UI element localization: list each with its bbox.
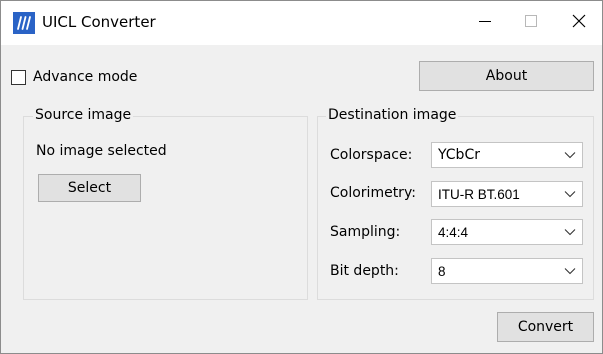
colorimetry-value: ITU-R BT.601 bbox=[438, 186, 520, 202]
colorspace-dropdown[interactable]: YCbCr bbox=[431, 142, 583, 168]
app-window: UICL Converter Advance mode About Source… bbox=[0, 0, 603, 354]
colorspace-value: YCbCr bbox=[438, 147, 480, 163]
source-status-text: No image selected bbox=[36, 143, 167, 159]
bit-depth-value: 8 bbox=[438, 263, 446, 279]
sampling-value: 4:4:4 bbox=[438, 224, 469, 240]
chevron-down-icon bbox=[558, 220, 582, 244]
chevron-down-icon bbox=[558, 259, 582, 283]
chevron-down-icon bbox=[558, 143, 582, 167]
window-title: UICL Converter bbox=[42, 13, 156, 31]
app-logo-icon bbox=[13, 12, 35, 34]
minimize-icon bbox=[479, 15, 491, 31]
sampling-label: Sampling: bbox=[330, 224, 401, 240]
select-button[interactable]: Select bbox=[38, 174, 141, 202]
chevron-down-icon bbox=[558, 182, 582, 206]
destination-group-label: Destination image bbox=[326, 107, 459, 123]
advance-mode-checkbox[interactable]: Advance mode bbox=[11, 67, 137, 87]
colorimetry-label: Colorimetry: bbox=[330, 185, 416, 201]
close-icon bbox=[572, 14, 586, 32]
maximize-button[interactable] bbox=[508, 1, 554, 45]
close-button[interactable] bbox=[556, 1, 602, 45]
bit-depth-dropdown[interactable]: 8 bbox=[431, 258, 583, 284]
checkbox-box[interactable] bbox=[11, 69, 26, 85]
sampling-dropdown[interactable]: 4:4:4 bbox=[431, 219, 583, 245]
advance-mode-label: Advance mode bbox=[33, 69, 138, 85]
minimize-button[interactable] bbox=[462, 1, 508, 45]
colorspace-label: Colorspace: bbox=[330, 147, 413, 163]
bit-depth-label: Bit depth: bbox=[330, 263, 399, 279]
maximize-icon bbox=[525, 15, 537, 31]
colorimetry-dropdown[interactable]: ITU-R BT.601 bbox=[431, 181, 583, 207]
about-button[interactable]: About bbox=[419, 61, 594, 91]
title-bar[interactable]: UICL Converter bbox=[1, 1, 602, 45]
source-group-label: Source image bbox=[33, 107, 134, 123]
convert-button[interactable]: Convert bbox=[497, 312, 594, 342]
